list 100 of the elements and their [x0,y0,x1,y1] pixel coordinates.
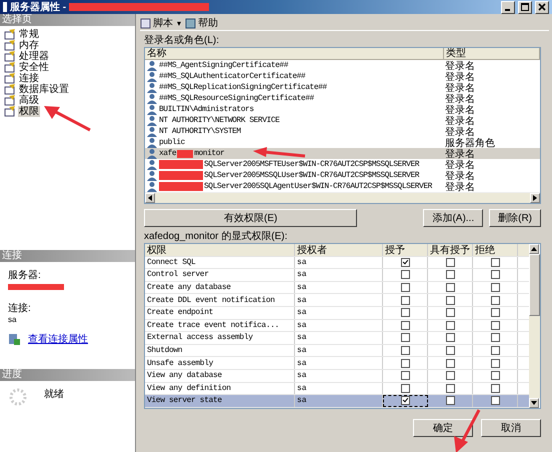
grantor: sa [295,282,383,294]
permission-row[interactable]: External access assembly sa [145,332,529,345]
login-row[interactable]: ##MS_SQLReplicationSigningCertificate## 登录名 [145,82,540,93]
login-name: SQLServer2005SQLAgentUser$WIN-CR76AUT2CSP$MSSQLSERVER [204,182,432,191]
login-row[interactable]: ##MS_SQLAuthenticatorCertificate## 登录名 [145,71,540,82]
page-item[interactable]: 数据库设置 [18,84,70,95]
grant-checkbox[interactable] [400,346,410,356]
permission-row[interactable]: View server state sa [145,395,529,408]
right-arrow-icon [533,195,537,201]
with-grant-checkbox[interactable] [446,320,454,330]
permission-row[interactable]: Create trace event notifica... sa [145,320,529,332]
deny-checkbox[interactable] [490,283,500,292]
grant-checkbox[interactable] [400,384,410,393]
deny-checkbox[interactable] [490,308,500,318]
login-name: public [159,138,185,147]
view-connection-properties-link[interactable]: 查看连接属性 [28,332,88,346]
column-header[interactable]: 拒绝 [473,244,518,256]
login-row[interactable]: NT AUTHORITY\SYSTEM 登录名 [145,126,540,137]
login-name: BUILTIN\Administrators [159,105,254,114]
login-row[interactable]: NT AUTHORITY\NETWORK SERVICE 登录名 [145,115,540,126]
deny-checkbox[interactable] [490,320,500,330]
user-icon [147,170,158,181]
permission-row[interactable]: Control server sa [145,269,529,282]
permission-row[interactable]: Connect SQL sa [145,256,529,270]
grant-checkbox[interactable] [400,333,410,342]
column-header[interactable]: 类型 [444,48,540,59]
with-grant-checkbox[interactable] [446,358,454,368]
permission-name: View any definition [145,382,295,394]
with-grant-checkbox[interactable] [446,396,454,406]
cancel-button[interactable]: 取消 [481,418,541,437]
page-item[interactable]: 安全性 [18,62,50,73]
deny-checkbox[interactable] [490,384,500,393]
with-grant-checkbox[interactable] [446,384,454,393]
permission-row[interactable]: Create DDL event notification sa [145,294,529,307]
grant-checkbox[interactable] [400,296,410,305]
maximize-button[interactable] [518,0,532,14]
page-item[interactable]: 处理器 [18,51,50,62]
caret-icon[interactable]: ▾ [177,18,181,28]
deny-checkbox[interactable] [490,270,500,280]
deny-checkbox[interactable] [490,371,500,380]
column-header[interactable]: 授权者 [295,244,383,256]
with-grant-checkbox[interactable] [446,270,454,280]
permission-row[interactable]: Create endpoint sa [145,306,529,320]
page-item[interactable]: 常规 [18,29,40,40]
permission-row[interactable]: Shutdown sa [145,344,529,358]
with-grant-checkbox[interactable] [446,371,454,380]
page-item[interactable]: 权限 [18,106,40,117]
grantor: sa [295,294,383,306]
column-header[interactable]: 授予 [383,244,428,256]
page-item[interactable]: 连接 [18,73,40,84]
minimize-button[interactable] [501,0,515,14]
login-row[interactable]: SQLServer2005SQLAgentUser$WIN-CR76AUT2CSP$MSSQLSERVER 登录名 [145,181,540,192]
column-header[interactable]: 权限 [145,244,295,256]
deny-checkbox[interactable] [490,296,500,305]
remove-button[interactable]: 删除(R) [489,209,541,227]
login-row[interactable]: xafe monitor 登录名 [145,148,540,159]
grant-checkbox[interactable] [400,270,410,280]
with-grant-checkbox[interactable] [446,283,454,292]
horizontal-scrollbar[interactable] [145,192,540,203]
grant-checkbox[interactable] [400,283,410,292]
deny-checkbox[interactable] [490,258,500,267]
with-grant-checkbox[interactable] [446,308,454,318]
help-button[interactable]: 帮助 [185,16,218,30]
grantor: sa [295,306,383,319]
deny-checkbox[interactable] [490,346,500,356]
add-button[interactable]: 添加(A)... [423,209,484,227]
grant-checkbox[interactable] [401,396,410,406]
login-row[interactable]: ##MS_SQLResourceSigningCertificate## 登录名 [145,93,540,104]
with-grant-checkbox[interactable] [446,296,454,305]
user-icon [147,93,158,104]
grant-checkbox[interactable] [400,371,410,380]
login-row[interactable]: public 服务器角色 [145,137,540,148]
grant-checkbox[interactable] [400,258,410,267]
script-button[interactable]: 脚本 [140,16,173,30]
column-header[interactable]: 具有授予 [428,244,473,256]
vertical-scrollbar[interactable] [529,244,540,408]
grant-checkbox[interactable] [400,320,410,330]
progress-status: 就绪 [44,388,64,401]
login-row[interactable]: SQLServer2005MSSQLUser$WIN-CR76AUT2CSP$MSSQLSERVER 登录名 [145,170,540,181]
permission-row[interactable]: Unsafe assembly sa [145,357,529,370]
permission-row[interactable]: Create any database sa [145,282,529,294]
grant-checkbox[interactable] [400,308,410,318]
deny-checkbox[interactable] [490,396,500,406]
deny-checkbox[interactable] [490,333,500,342]
grant-checkbox[interactable] [400,358,410,368]
page-item[interactable]: 高级 [18,95,40,106]
with-grant-checkbox[interactable] [446,258,454,267]
login-row[interactable]: SQLServer2005MSFTEUser$WIN-CR76AUT2CSP$MSSQLSERVER 登录名 [145,159,540,170]
server-label: 服务器: [8,269,42,282]
page-item[interactable]: 内存 [18,40,40,51]
with-grant-checkbox[interactable] [446,346,454,356]
close-button[interactable] [535,0,549,14]
login-row[interactable]: BUILTIN\Administrators 登录名 [145,104,540,115]
with-grant-checkbox[interactable] [446,333,454,342]
permission-name: Connect SQL [145,256,295,268]
ok-button[interactable]: 确定 [413,418,473,437]
login-row[interactable]: ##MS_AgentSigningCertificate## 登录名 [145,60,540,71]
permission-row[interactable]: View any database sa [145,370,529,383]
effective-permissions-button[interactable]: 有效权限(E) [144,209,358,227]
deny-checkbox[interactable] [490,358,500,368]
